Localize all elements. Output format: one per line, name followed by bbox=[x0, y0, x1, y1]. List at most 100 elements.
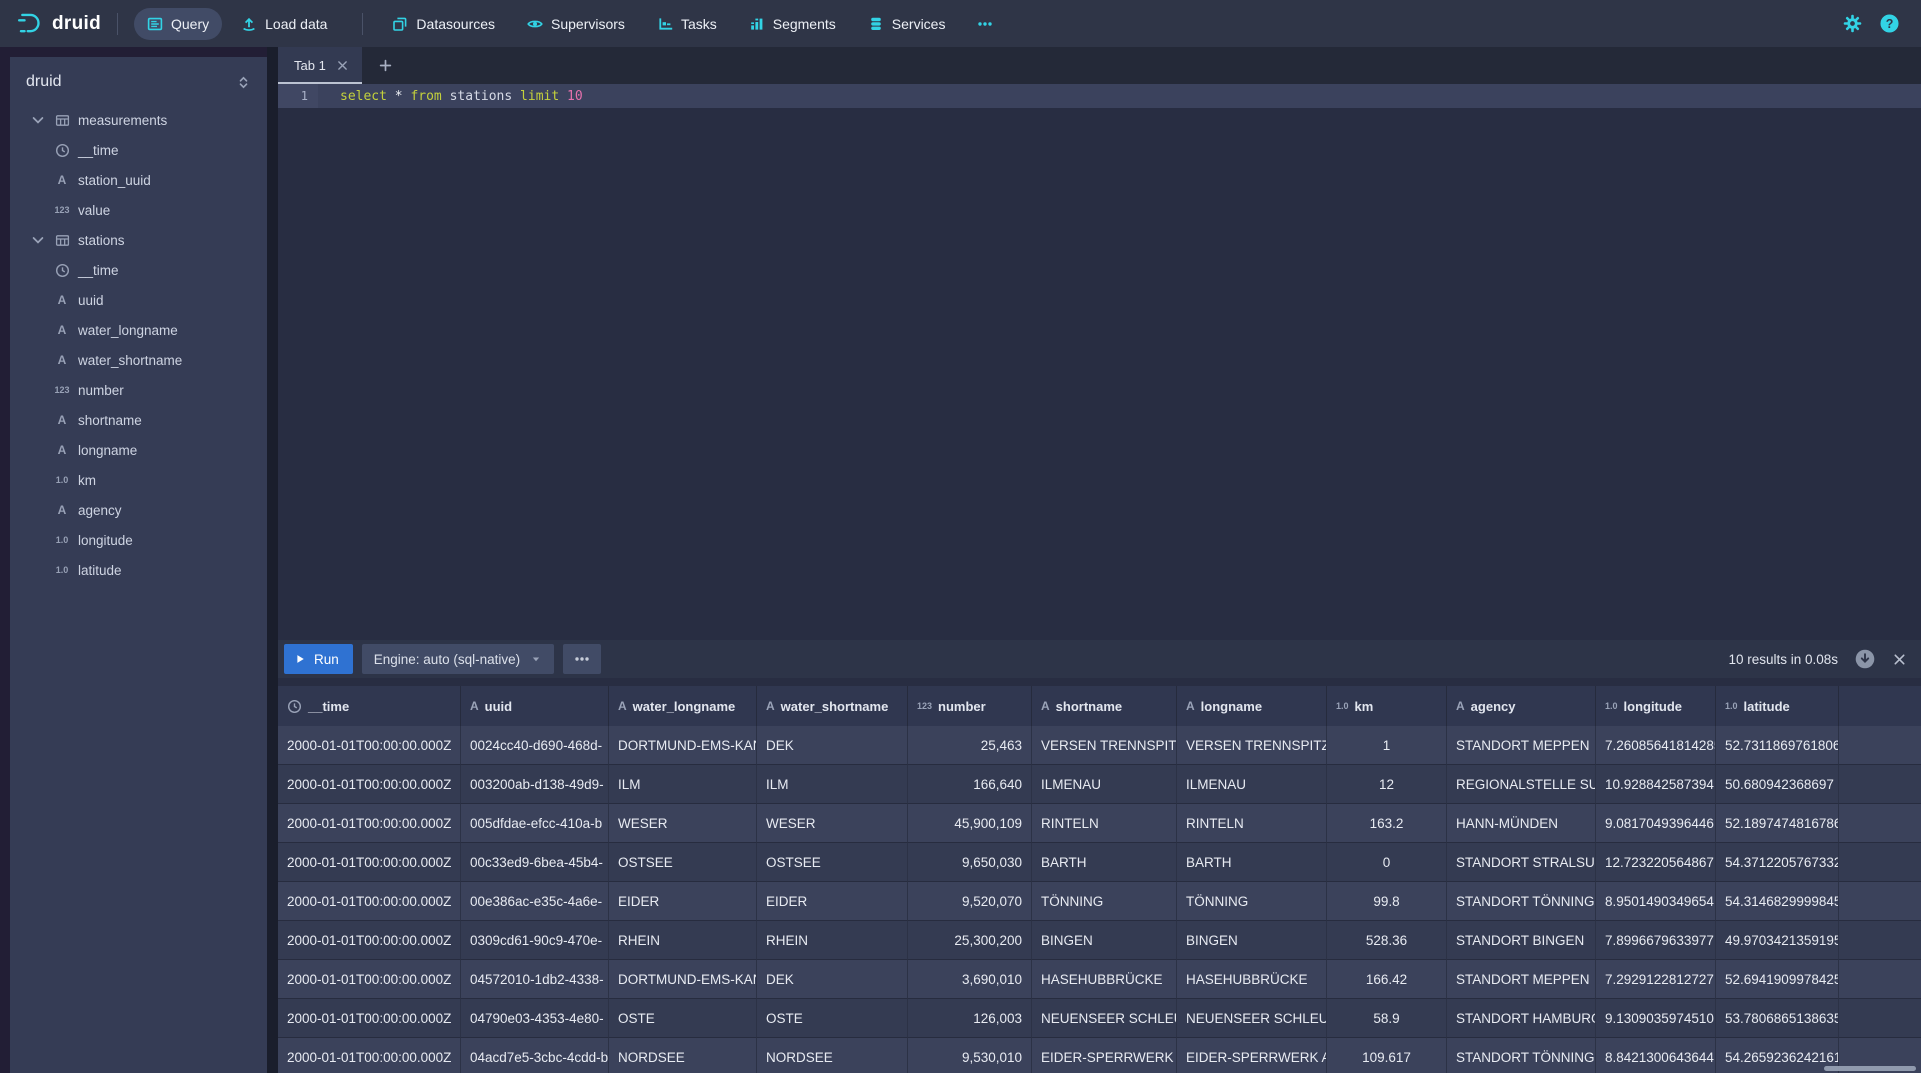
cell-latitude[interactable]: 54.2659236242161 bbox=[1716, 1038, 1839, 1073]
cell-longitude[interactable]: 12.723220564867 bbox=[1596, 843, 1716, 882]
cell-longname[interactable]: BINGEN bbox=[1177, 921, 1327, 960]
cell-uuid[interactable]: 00e386ac-e35c-4a6e- bbox=[461, 882, 609, 921]
cell-water-longname[interactable]: DORTMUND-EMS-KANAL bbox=[609, 960, 757, 999]
tree-item-stations[interactable]: stations bbox=[10, 225, 267, 255]
sql-editor[interactable]: 1select * from stations limit 10 bbox=[278, 84, 1921, 640]
tree-item-stations-time[interactable]: __time bbox=[10, 255, 267, 285]
column-header-time[interactable]: __time bbox=[278, 686, 461, 726]
settings-gear-icon[interactable] bbox=[1843, 14, 1862, 33]
tree-item-measurements-value[interactable]: 123value bbox=[10, 195, 267, 225]
cell-uuid[interactable]: 00c33ed9-6bea-45b4- bbox=[461, 843, 609, 882]
cell-time[interactable]: 2000-01-01T00:00:00.000Z bbox=[278, 726, 461, 765]
cell-water-shortname[interactable]: WESER bbox=[757, 804, 908, 843]
tree-item-measurements[interactable]: measurements bbox=[10, 105, 267, 135]
cell-water-longname[interactable]: OSTE bbox=[609, 999, 757, 1038]
tree-item-measurements-station-uuid[interactable]: Astation_uuid bbox=[10, 165, 267, 195]
cell-agency[interactable]: STANDORT TÖNNING bbox=[1447, 882, 1596, 921]
column-header-number[interactable]: 123number bbox=[908, 686, 1032, 726]
cell-km[interactable]: 58.9 bbox=[1327, 999, 1447, 1038]
cell-shortname[interactable]: NEUENSEER SCHLEUSE bbox=[1032, 999, 1177, 1038]
cell-agency[interactable]: HANN-MÜNDEN bbox=[1447, 804, 1596, 843]
cell-longname[interactable]: ILMENAU bbox=[1177, 765, 1327, 804]
cell-longitude[interactable]: 7.8996679633977 bbox=[1596, 921, 1716, 960]
tree-item-stations-uuid[interactable]: Auuid bbox=[10, 285, 267, 315]
cell-agency[interactable]: STANDORT HAMBURG bbox=[1447, 999, 1596, 1038]
column-header-longname[interactable]: Alongname bbox=[1177, 686, 1327, 726]
cell-water-shortname[interactable]: NORDSEE bbox=[757, 1038, 908, 1073]
cell-longitude[interactable]: 8.8421300643644 bbox=[1596, 1038, 1716, 1073]
cell-water-shortname[interactable]: EIDER bbox=[757, 882, 908, 921]
cell-latitude[interactable]: 54.3712205767332 bbox=[1716, 843, 1839, 882]
cell-latitude[interactable]: 53.7806865138635 bbox=[1716, 999, 1839, 1038]
cell-water-longname[interactable]: DORTMUND-EMS-KANAL bbox=[609, 726, 757, 765]
cell-longitude[interactable]: 9.0817049396446 bbox=[1596, 804, 1716, 843]
tree-item-measurements-time[interactable]: __time bbox=[10, 135, 267, 165]
cell-uuid[interactable]: 04572010-1db2-4338- bbox=[461, 960, 609, 999]
cell-longitude[interactable]: 7.26085641814285 bbox=[1596, 726, 1716, 765]
cell-latitude[interactable]: 49.9703421359195 bbox=[1716, 921, 1839, 960]
engine-select[interactable]: Engine: auto (sql-native) bbox=[362, 644, 554, 674]
tree-item-stations-longname[interactable]: Alongname bbox=[10, 435, 267, 465]
cell-number[interactable]: 9,650,030 bbox=[908, 843, 1032, 882]
cell-water-shortname[interactable]: DEK bbox=[757, 960, 908, 999]
cell-km[interactable]: 163.2 bbox=[1327, 804, 1447, 843]
nav-item-supervisors[interactable]: Supervisors bbox=[514, 8, 638, 40]
cell-water-longname[interactable]: NORDSEE bbox=[609, 1038, 757, 1073]
cell-uuid[interactable]: 04790e03-4353-4e80- bbox=[461, 999, 609, 1038]
column-header-water-shortname[interactable]: Awater_shortname bbox=[757, 686, 908, 726]
cell-shortname[interactable]: HASEHUBBRÜCKE bbox=[1032, 960, 1177, 999]
nav-item-load-data[interactable]: Load data bbox=[228, 8, 340, 40]
cell-longname[interactable]: TÖNNING bbox=[1177, 882, 1327, 921]
cell-water-longname[interactable]: OSTSEE bbox=[609, 843, 757, 882]
cell-shortname[interactable]: VERSEN TRENNSPITZE bbox=[1032, 726, 1177, 765]
cell-uuid[interactable]: 0309cd61-90c9-470e- bbox=[461, 921, 609, 960]
tree-item-stations-km[interactable]: 1.0km bbox=[10, 465, 267, 495]
tree-item-stations-water-longname[interactable]: Awater_longname bbox=[10, 315, 267, 345]
cell-longitude[interactable]: 9.1309035974510 bbox=[1596, 999, 1716, 1038]
cell-water-shortname[interactable]: DEK bbox=[757, 726, 908, 765]
cell-number[interactable]: 25,463 bbox=[908, 726, 1032, 765]
cell-time[interactable]: 2000-01-01T00:00:00.000Z bbox=[278, 921, 461, 960]
cell-shortname[interactable]: TÖNNING bbox=[1032, 882, 1177, 921]
nav-item-services[interactable]: Services bbox=[855, 8, 959, 40]
tree-item-stations-agency[interactable]: Aagency bbox=[10, 495, 267, 525]
cell-shortname[interactable]: BINGEN bbox=[1032, 921, 1177, 960]
cell-km[interactable]: 109.617 bbox=[1327, 1038, 1447, 1073]
cell-water-shortname[interactable]: RHEIN bbox=[757, 921, 908, 960]
cell-time[interactable]: 2000-01-01T00:00:00.000Z bbox=[278, 765, 461, 804]
cell-number[interactable]: 45,900,109 bbox=[908, 804, 1032, 843]
cell-longitude[interactable]: 8.9501490349654 bbox=[1596, 882, 1716, 921]
cell-longname[interactable]: RINTELN bbox=[1177, 804, 1327, 843]
nav-item-datasources[interactable]: Datasources bbox=[379, 8, 508, 40]
cell-longname[interactable]: VERSEN TRENNSPITZE bbox=[1177, 726, 1327, 765]
cell-time[interactable]: 2000-01-01T00:00:00.000Z bbox=[278, 1038, 461, 1073]
nav-item-segments[interactable]: Segments bbox=[736, 8, 849, 40]
cell-latitude[interactable]: 52.7311869761806 bbox=[1716, 726, 1839, 765]
cell-km[interactable]: 99.8 bbox=[1327, 882, 1447, 921]
cell-number[interactable]: 126,003 bbox=[908, 999, 1032, 1038]
cell-shortname[interactable]: RINTELN bbox=[1032, 804, 1177, 843]
column-header-longitude[interactable]: 1.0longitude bbox=[1596, 686, 1716, 726]
column-header-latitude[interactable]: 1.0latitude bbox=[1716, 686, 1839, 726]
cell-uuid[interactable]: 005dfdae-efcc-410a-b bbox=[461, 804, 609, 843]
cell-agency[interactable]: REGIONALSTELLE SUHL bbox=[1447, 765, 1596, 804]
tab-tab-1[interactable]: Tab 1 bbox=[278, 47, 362, 84]
cell-km[interactable]: 1 bbox=[1327, 726, 1447, 765]
cell-uuid[interactable]: 0024cc40-d690-468d- bbox=[461, 726, 609, 765]
cell-shortname[interactable]: BARTH bbox=[1032, 843, 1177, 882]
nav-item-query[interactable]: Query bbox=[134, 8, 222, 40]
cell-water-longname[interactable]: RHEIN bbox=[609, 921, 757, 960]
tree-item-stations-longitude[interactable]: 1.0longitude bbox=[10, 525, 267, 555]
tree-item-stations-water-shortname[interactable]: Awater_shortname bbox=[10, 345, 267, 375]
column-header-agency[interactable]: Aagency bbox=[1447, 686, 1596, 726]
nav-item-tasks[interactable]: Tasks bbox=[644, 8, 730, 40]
cell-time[interactable]: 2000-01-01T00:00:00.000Z bbox=[278, 999, 461, 1038]
run-button[interactable]: Run bbox=[284, 644, 353, 674]
cell-uuid[interactable]: 04acd7e5-3cbc-4cdd-b bbox=[461, 1038, 609, 1073]
chevron-down-icon[interactable] bbox=[30, 112, 46, 128]
cell-longname[interactable]: BARTH bbox=[1177, 843, 1327, 882]
cell-water-shortname[interactable]: ILM bbox=[757, 765, 908, 804]
cell-latitude[interactable]: 54.3146829999845 bbox=[1716, 882, 1839, 921]
new-tab-button[interactable] bbox=[378, 58, 393, 73]
tree-item-stations-shortname[interactable]: Ashortname bbox=[10, 405, 267, 435]
